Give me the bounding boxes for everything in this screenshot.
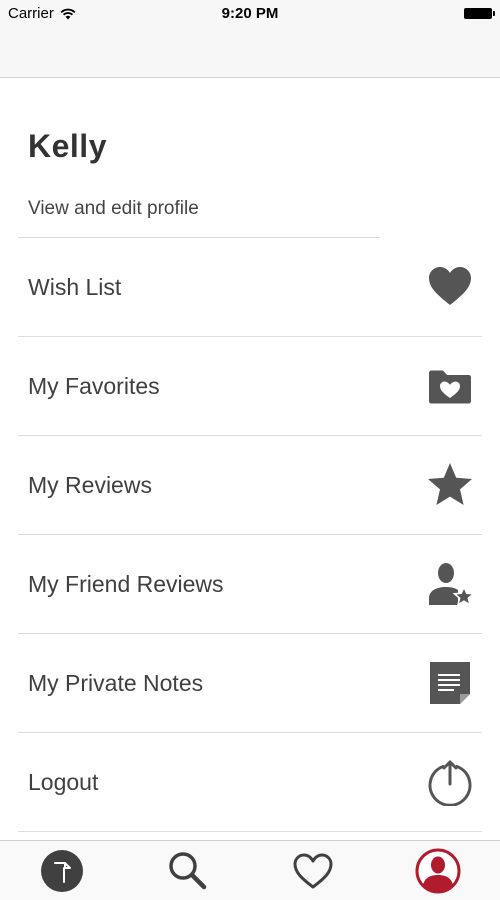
app-logo-icon xyxy=(41,850,83,892)
profile-header: Kelly View and edit profile xyxy=(0,78,500,238)
menu-item-label: My Private Notes xyxy=(28,670,204,696)
view-edit-profile-link[interactable]: View and edit profile xyxy=(28,198,199,220)
menu-item-label: Logout xyxy=(28,769,99,795)
friend-star-icon xyxy=(426,560,474,608)
menu-item-my-private-notes[interactable]: My Private Notes xyxy=(0,634,500,733)
tab-bar xyxy=(0,840,500,900)
battery-icon xyxy=(464,8,495,19)
power-icon xyxy=(426,758,474,806)
menu-item-wish-list[interactable]: Wish List xyxy=(0,238,500,337)
tab-search[interactable] xyxy=(163,847,211,895)
menu-item-label: My Friend Reviews xyxy=(28,571,224,597)
profile-name: Kelly xyxy=(28,128,107,164)
menu-item-label: Wish List xyxy=(28,274,122,300)
note-icon xyxy=(426,659,474,707)
navigation-bar xyxy=(0,28,500,78)
menu-item-my-reviews[interactable]: My Reviews xyxy=(0,436,500,535)
menu-item-label: My Favorites xyxy=(28,373,160,399)
tab-home[interactable] xyxy=(38,847,86,895)
status-time: 9:20 PM xyxy=(221,5,279,22)
profile-avatar-icon xyxy=(415,848,461,894)
tab-wishlist[interactable] xyxy=(289,847,337,895)
heart-icon xyxy=(426,263,474,311)
status-bar: Carrier 9:20 PM xyxy=(0,0,500,28)
tab-profile[interactable] xyxy=(414,847,462,895)
account-menu: Wish List My Favorites My Reviews My Fri… xyxy=(0,238,500,832)
heart-folder-icon xyxy=(426,362,474,410)
heart-outline-icon xyxy=(293,853,333,889)
menu-item-logout[interactable]: Logout xyxy=(0,733,500,832)
star-icon xyxy=(426,461,474,509)
menu-item-label: My Reviews xyxy=(28,472,152,498)
search-icon xyxy=(169,852,207,890)
menu-item-my-favorites[interactable]: My Favorites xyxy=(0,337,500,436)
menu-item-my-friend-reviews[interactable]: My Friend Reviews xyxy=(0,535,500,634)
